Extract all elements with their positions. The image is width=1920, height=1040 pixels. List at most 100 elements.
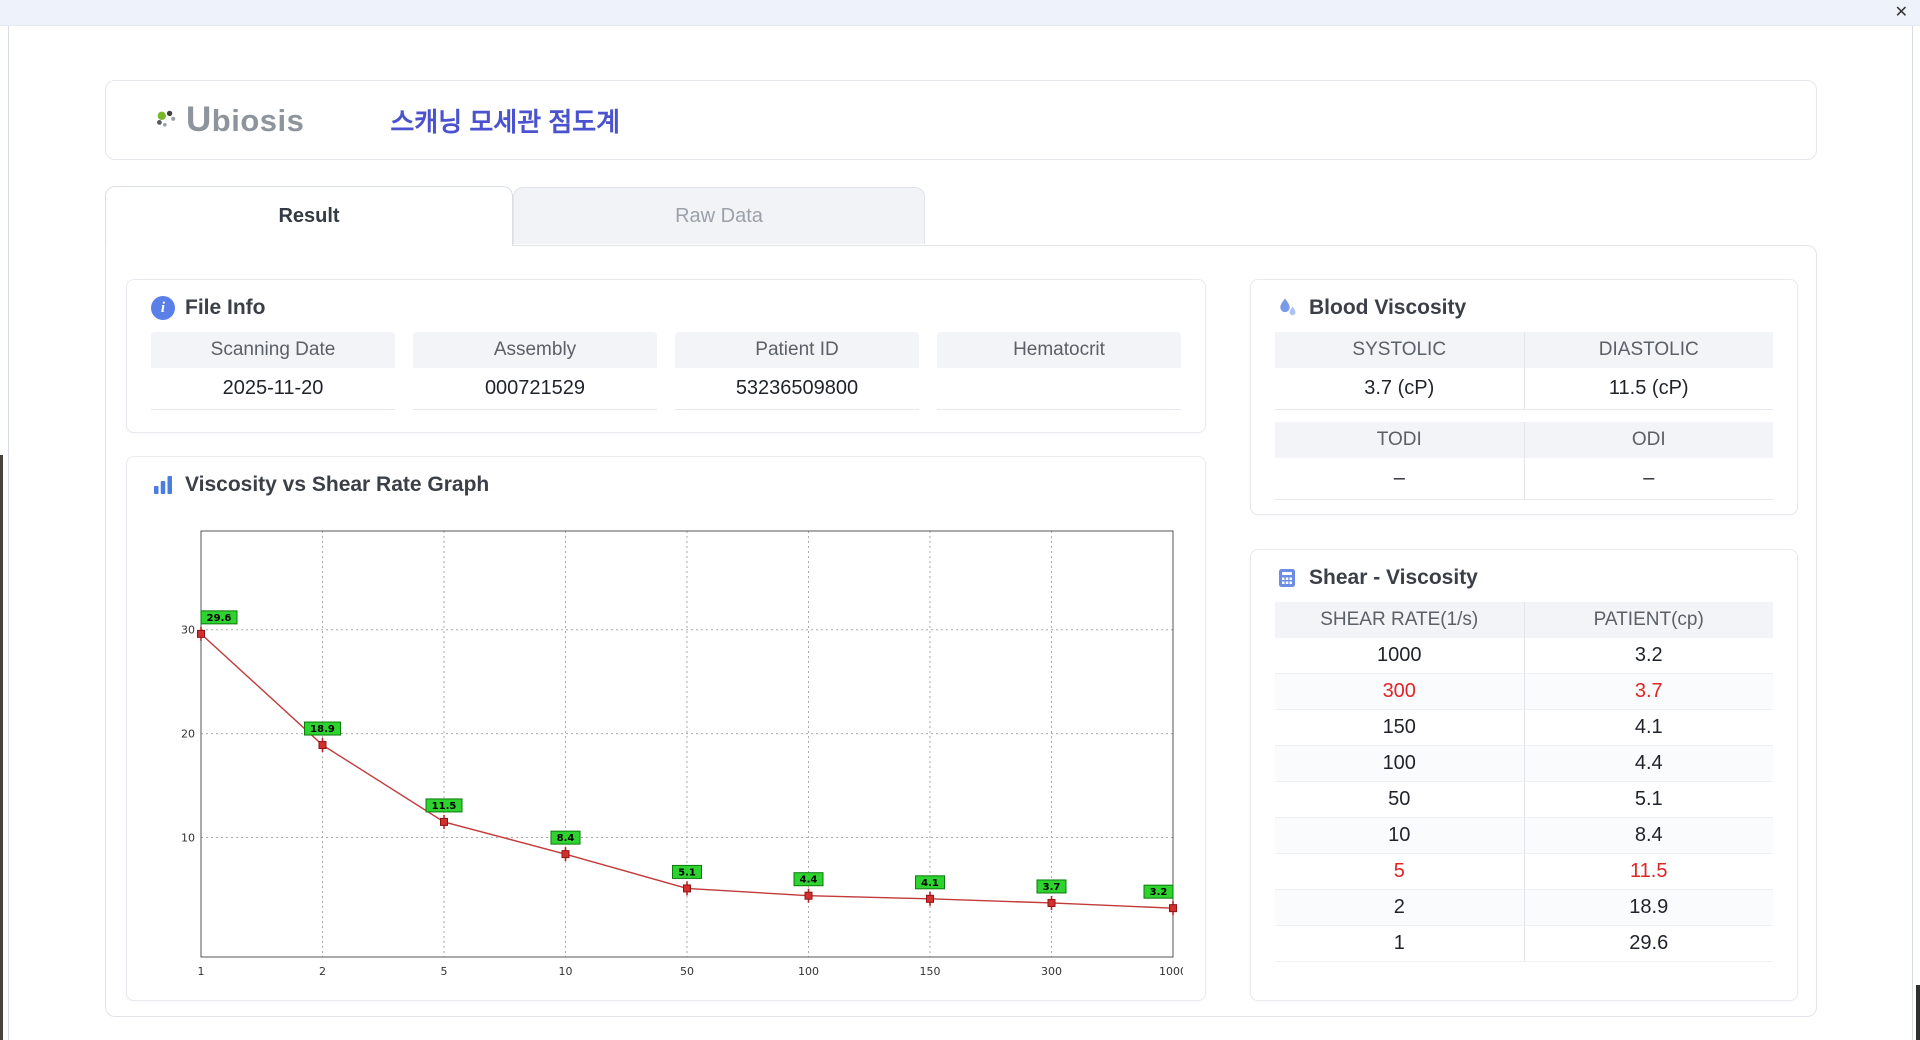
table-row: 1 29.6 [1275, 926, 1773, 962]
tab-raw-data[interactable]: Raw Data [513, 187, 925, 244]
svg-text:8.4: 8.4 [557, 833, 575, 844]
file-info-field: Patient ID 53236509800 [675, 332, 919, 410]
svg-text:50: 50 [680, 965, 694, 978]
systolic-value: 3.7 (cP) [1275, 368, 1524, 410]
viscosity-chart-svg: 10 20 30 1 2 5 10 50 100 150 300 1000 29.6 18.9 11.5 8.… [181, 530, 1187, 978]
svg-text:100: 100 [798, 965, 819, 978]
field-label: Patient ID [675, 332, 919, 368]
shear-rate-cell: 10 [1275, 818, 1524, 854]
page-title: 스캐닝 모세관 점도계 [390, 106, 621, 137]
svg-text:20: 20 [181, 728, 195, 741]
shear-rate-cell: 1 [1275, 926, 1524, 962]
todi-header: TODI [1275, 422, 1524, 458]
svg-text:3.2: 3.2 [1150, 887, 1168, 898]
desktop-edge-right [1916, 985, 1920, 1040]
blood-viscosity-title: Blood Viscosity [1309, 296, 1467, 319]
app-window: ✕ Ubiosis 스캐닝 모세관 점도계 Result Raw Data i … [0, 0, 1920, 1040]
result-panel: i File Info Scanning Date 2025-11-20 Ass… [105, 245, 1817, 1017]
viscosity-chart: 10 20 30 1 2 5 10 50 100 150 300 1000 29.6 18.9 11.5 8.… [163, 519, 1187, 989]
window-border-right [1912, 26, 1913, 1040]
field-label: Assembly [413, 332, 657, 368]
shear-rate-cell: 5 [1275, 854, 1524, 890]
svg-text:2: 2 [319, 965, 326, 978]
svg-text:18.9: 18.9 [310, 724, 335, 735]
table-row: 1000 3.2 [1275, 638, 1773, 674]
patient-value-cell: 4.1 [1523, 710, 1773, 746]
file-info-field: Scanning Date 2025-11-20 [151, 332, 395, 410]
shear-rate-cell: 2 [1275, 890, 1524, 926]
svg-text:5: 5 [441, 965, 448, 978]
svg-text:3.7: 3.7 [1043, 882, 1061, 893]
viscosity-graph-card: Viscosity vs Shear Rate Graph 10 20 30 1 2 5 1… [126, 456, 1206, 1001]
svg-text:150: 150 [920, 965, 941, 978]
shear-rate-cell: 1000 [1275, 638, 1524, 674]
blood-viscosity-table: SYSTOLIC DIASTOLIC 3.7 (cP) 11.5 (cP) TO… [1251, 330, 1797, 500]
blood-viscosity-card: Blood Viscosity SYSTOLIC DIASTOLIC 3.7 (… [1250, 279, 1798, 515]
info-icon: i [151, 296, 175, 320]
svg-text:5.1: 5.1 [678, 867, 696, 878]
odi-header: ODI [1523, 422, 1773, 458]
shear-rate-cell: 50 [1275, 782, 1524, 818]
tab-result[interactable]: Result [105, 186, 513, 246]
patient-value-cell: 5.1 [1523, 782, 1773, 818]
droplet-icon [1280, 298, 1296, 316]
desktop-edge-left [0, 455, 3, 1040]
shear-rate-cell: 150 [1275, 710, 1524, 746]
diastolic-header: DIASTOLIC [1523, 332, 1773, 368]
patient-column-header: PATIENT(cp) [1523, 602, 1774, 638]
svg-text:10: 10 [559, 965, 573, 978]
svg-text:10: 10 [181, 832, 195, 845]
table-row: 5 11.5 [1275, 854, 1773, 890]
field-label: Scanning Date [151, 332, 395, 368]
patient-value-cell: 8.4 [1523, 818, 1773, 854]
systolic-header: SYSTOLIC [1275, 332, 1524, 368]
shear-viscosity-title: Shear - Viscosity [1309, 566, 1478, 589]
header-card: Ubiosis 스캐닝 모세관 점도계 [105, 80, 1817, 160]
graph-title: Viscosity vs Shear Rate Graph [185, 473, 490, 496]
file-info-field: Assembly 000721529 [413, 332, 657, 410]
window-border-left [8, 26, 9, 1040]
shear-rate-cell: 300 [1275, 674, 1524, 710]
svg-text:1000: 1000 [1159, 965, 1183, 978]
todi-value: – [1275, 458, 1524, 500]
field-value: 53236509800 [675, 368, 919, 410]
svg-text:30: 30 [181, 624, 195, 637]
calculator-icon [1279, 569, 1295, 587]
patient-value-cell: 3.2 [1523, 638, 1773, 674]
odi-value: – [1523, 458, 1773, 500]
file-info-card: i File Info Scanning Date 2025-11-20 Ass… [126, 279, 1206, 433]
field-value: 000721529 [413, 368, 657, 410]
patient-value-cell: 3.7 [1523, 674, 1773, 710]
svg-text:4.1: 4.1 [921, 878, 939, 889]
logo-text: Ubiosis [186, 100, 305, 139]
table-row: 100 4.4 [1275, 746, 1773, 782]
patient-value-cell: 29.6 [1523, 926, 1773, 962]
field-label: Hematocrit [937, 332, 1181, 368]
svg-text:11.5: 11.5 [432, 801, 457, 812]
shear-rate-column-header: SHEAR RATE(1/s) [1320, 609, 1479, 630]
patient-value-cell: 11.5 [1523, 854, 1773, 890]
table-row: 10 8.4 [1275, 818, 1773, 854]
diastolic-value: 11.5 (cP) [1523, 368, 1773, 410]
patient-value-cell: 18.9 [1523, 890, 1773, 926]
window-titlebar: ✕ [0, 0, 1920, 26]
shear-rate-cell: 100 [1275, 746, 1524, 782]
file-info-field: Hematocrit [937, 332, 1181, 410]
patient-value-cell: 4.4 [1523, 746, 1773, 782]
file-info-title: File Info [185, 296, 266, 319]
table-row: 150 4.1 [1275, 710, 1773, 746]
file-info-fields: Scanning Date 2025-11-20 Assembly 000721… [127, 330, 1205, 410]
bar-chart-icon [154, 476, 172, 494]
close-icon[interactable]: ✕ [1895, 3, 1908, 23]
table-row: 2 18.9 [1275, 890, 1773, 926]
svg-text:29.6: 29.6 [207, 613, 232, 624]
table-row: 50 5.1 [1275, 782, 1773, 818]
svg-text:1: 1 [198, 965, 205, 978]
field-value: 2025-11-20 [151, 368, 395, 410]
svg-text:4.4: 4.4 [800, 875, 818, 886]
logo-dots-icon [157, 110, 176, 127]
shear-table-body: 1000 3.2 300 3.7 150 4.1 100 4.4 50 5.1 10 8.4 5 11.5… [1275, 638, 1773, 962]
shear-viscosity-card: Shear - Viscosity SHEAR RATE(1/s) PATIEN… [1250, 549, 1798, 1001]
shear-viscosity-table: SHEAR RATE(1/s) PATIENT(cp) 1000 3.2 300 3.… [1251, 600, 1797, 962]
table-row: 300 3.7 [1275, 674, 1773, 710]
